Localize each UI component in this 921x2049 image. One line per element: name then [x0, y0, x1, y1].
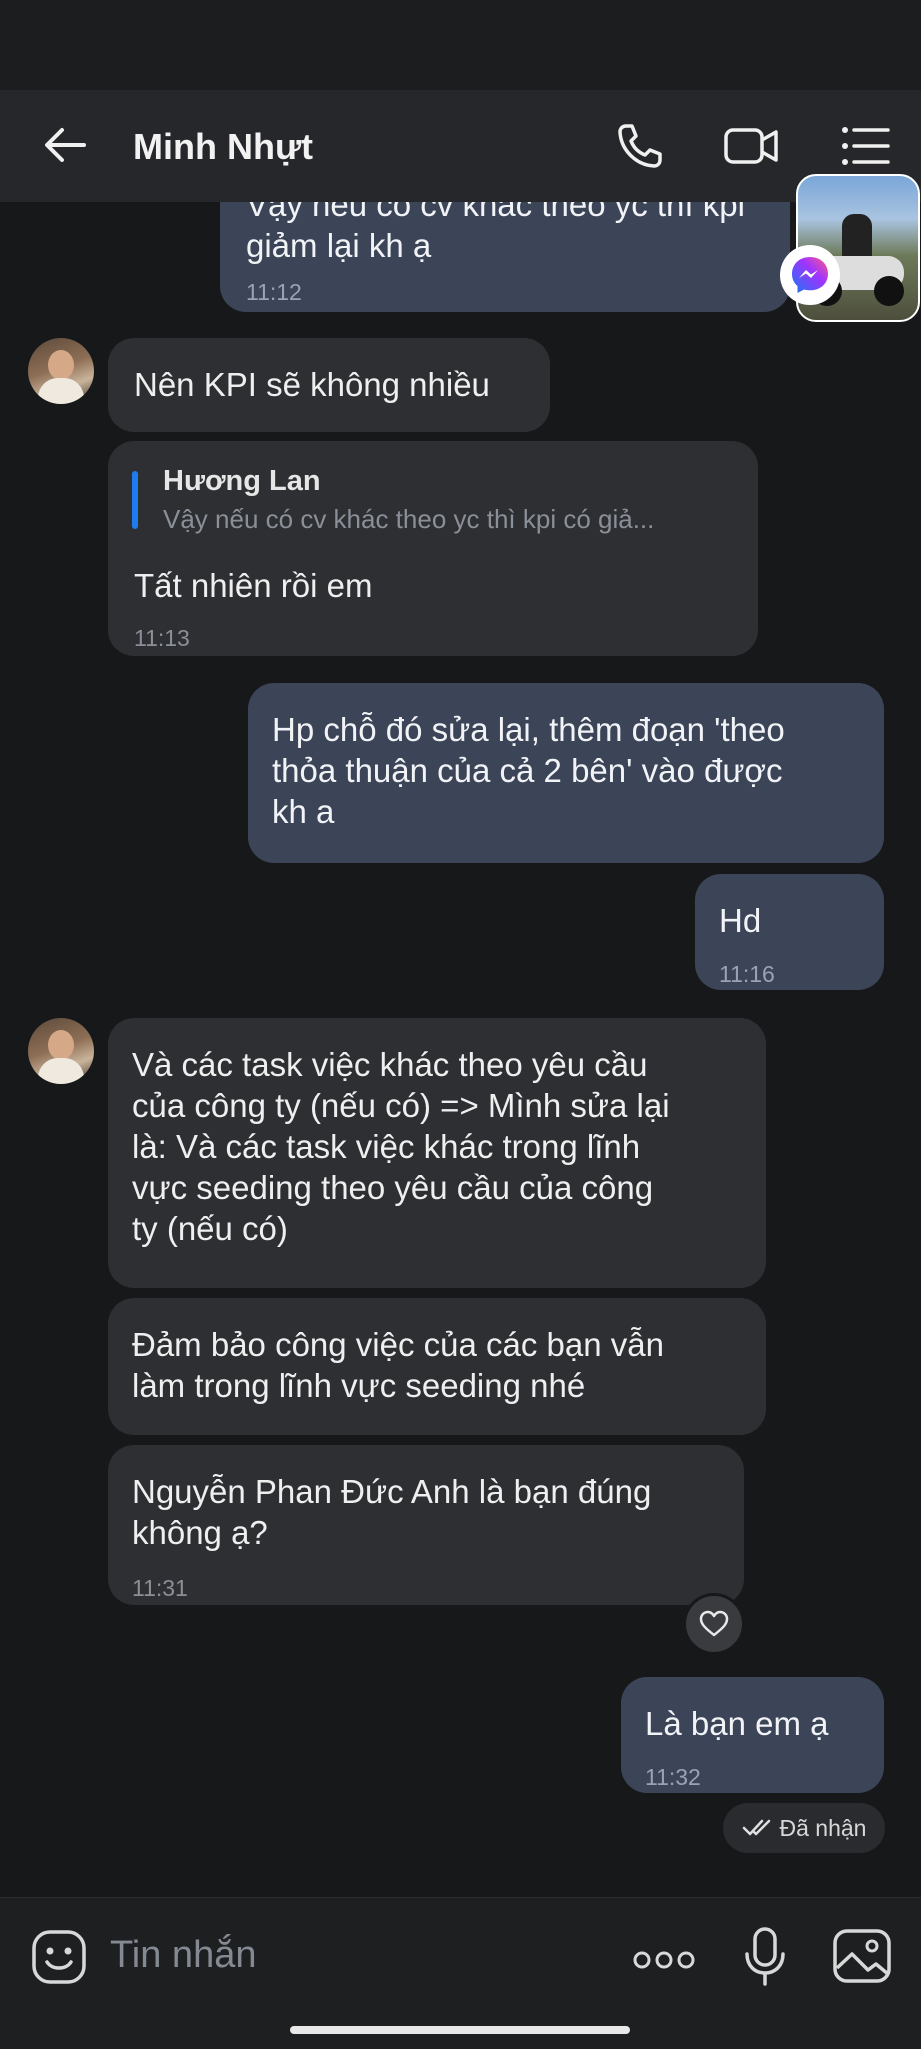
heart-icon [699, 1610, 729, 1637]
call-button[interactable] [612, 118, 668, 174]
voice-button[interactable] [743, 1926, 787, 1993]
back-button[interactable] [40, 120, 90, 170]
more-dots-icon [633, 1951, 695, 1969]
gallery-button[interactable] [832, 1928, 892, 1989]
message-text: Và các task việc khác theo yêu cầu của c… [132, 1046, 670, 1247]
double-check-icon [742, 1819, 770, 1836]
more-options-button[interactable] [632, 1948, 696, 1977]
message-text: Hd [719, 902, 762, 939]
video-camera-icon [724, 128, 778, 164]
message-composer: Tin nhắn [0, 1897, 921, 2049]
list-menu-icon [842, 127, 890, 165]
message-bubble-outgoing[interactable]: Hd 11:16 [695, 874, 884, 990]
delivery-status: Đã nhận [723, 1803, 885, 1853]
video-call-button[interactable] [722, 118, 778, 174]
phone-icon [618, 124, 662, 168]
message-bubble-incoming[interactable]: Hương Lan Vậy nếu có cv khác theo yc thì… [108, 441, 758, 656]
contact-name[interactable]: Minh Nhựt [133, 126, 313, 168]
message-bubble-outgoing[interactable]: Hp chỗ đó sửa lại, thêm đoạn 'theo thỏa … [248, 683, 884, 863]
image-icon [833, 1929, 891, 1983]
microphone-icon [745, 1927, 785, 1986]
message-text: Là bạn em ạ [645, 1705, 829, 1742]
reaction-button[interactable] [683, 1593, 745, 1655]
emoji-button[interactable] [30, 1928, 88, 1991]
delivery-status-label: Đã nhận [779, 1814, 867, 1841]
message-time: 11:32 [645, 1764, 701, 1790]
message-bubble-incoming[interactable]: Đảm bảo công việc của các bạn vẫn làm tr… [108, 1298, 766, 1435]
quote-text: Vậy nếu có cv khác theo yc thì kpi có gi… [163, 504, 655, 534]
message-bubble-incoming[interactable]: Nguyễn Phan Đức Anh là bạn đúng không ạ?… [108, 1445, 744, 1605]
message-bubble-incoming[interactable]: Và các task việc khác theo yêu cầu của c… [108, 1018, 766, 1288]
menu-button[interactable] [838, 118, 894, 174]
chat-header: Minh Nhựt [0, 90, 921, 202]
contact-avatar[interactable] [28, 338, 94, 404]
emoji-icon [32, 1930, 86, 1984]
message-bubble-outgoing[interactable]: Là bạn em ạ 11:32 [621, 1677, 884, 1793]
message-time: 11:31 [132, 1575, 188, 1601]
home-indicator [290, 2026, 630, 2034]
quote-accent-bar [132, 471, 138, 529]
message-input[interactable]: Tin nhắn [110, 1934, 256, 1977]
messenger-icon [792, 257, 828, 293]
arrow-left-icon [45, 128, 86, 162]
message-text: Nguyễn Phan Đức Anh là bạn đúng không ạ? [132, 1473, 652, 1551]
message-time: 11:12 [246, 279, 302, 305]
message-time: 11:16 [719, 961, 775, 987]
message-text: Đảm bảo công việc của các bạn vẫn làm tr… [132, 1326, 664, 1404]
message-time: 11:13 [134, 625, 190, 651]
messenger-badge [780, 245, 840, 305]
status-bar [0, 0, 921, 90]
message-text: Tất nhiên rồi em [134, 567, 373, 604]
contact-avatar[interactable] [28, 1018, 94, 1084]
message-text: Hp chỗ đó sửa lại, thêm đoạn 'theo thỏa … [272, 711, 785, 830]
quote-author: Hương Lan [163, 465, 321, 497]
message-text: Nên KPI sẽ không nhiều [134, 366, 490, 403]
message-bubble-incoming[interactable]: Nên KPI sẽ không nhiều [108, 338, 550, 432]
